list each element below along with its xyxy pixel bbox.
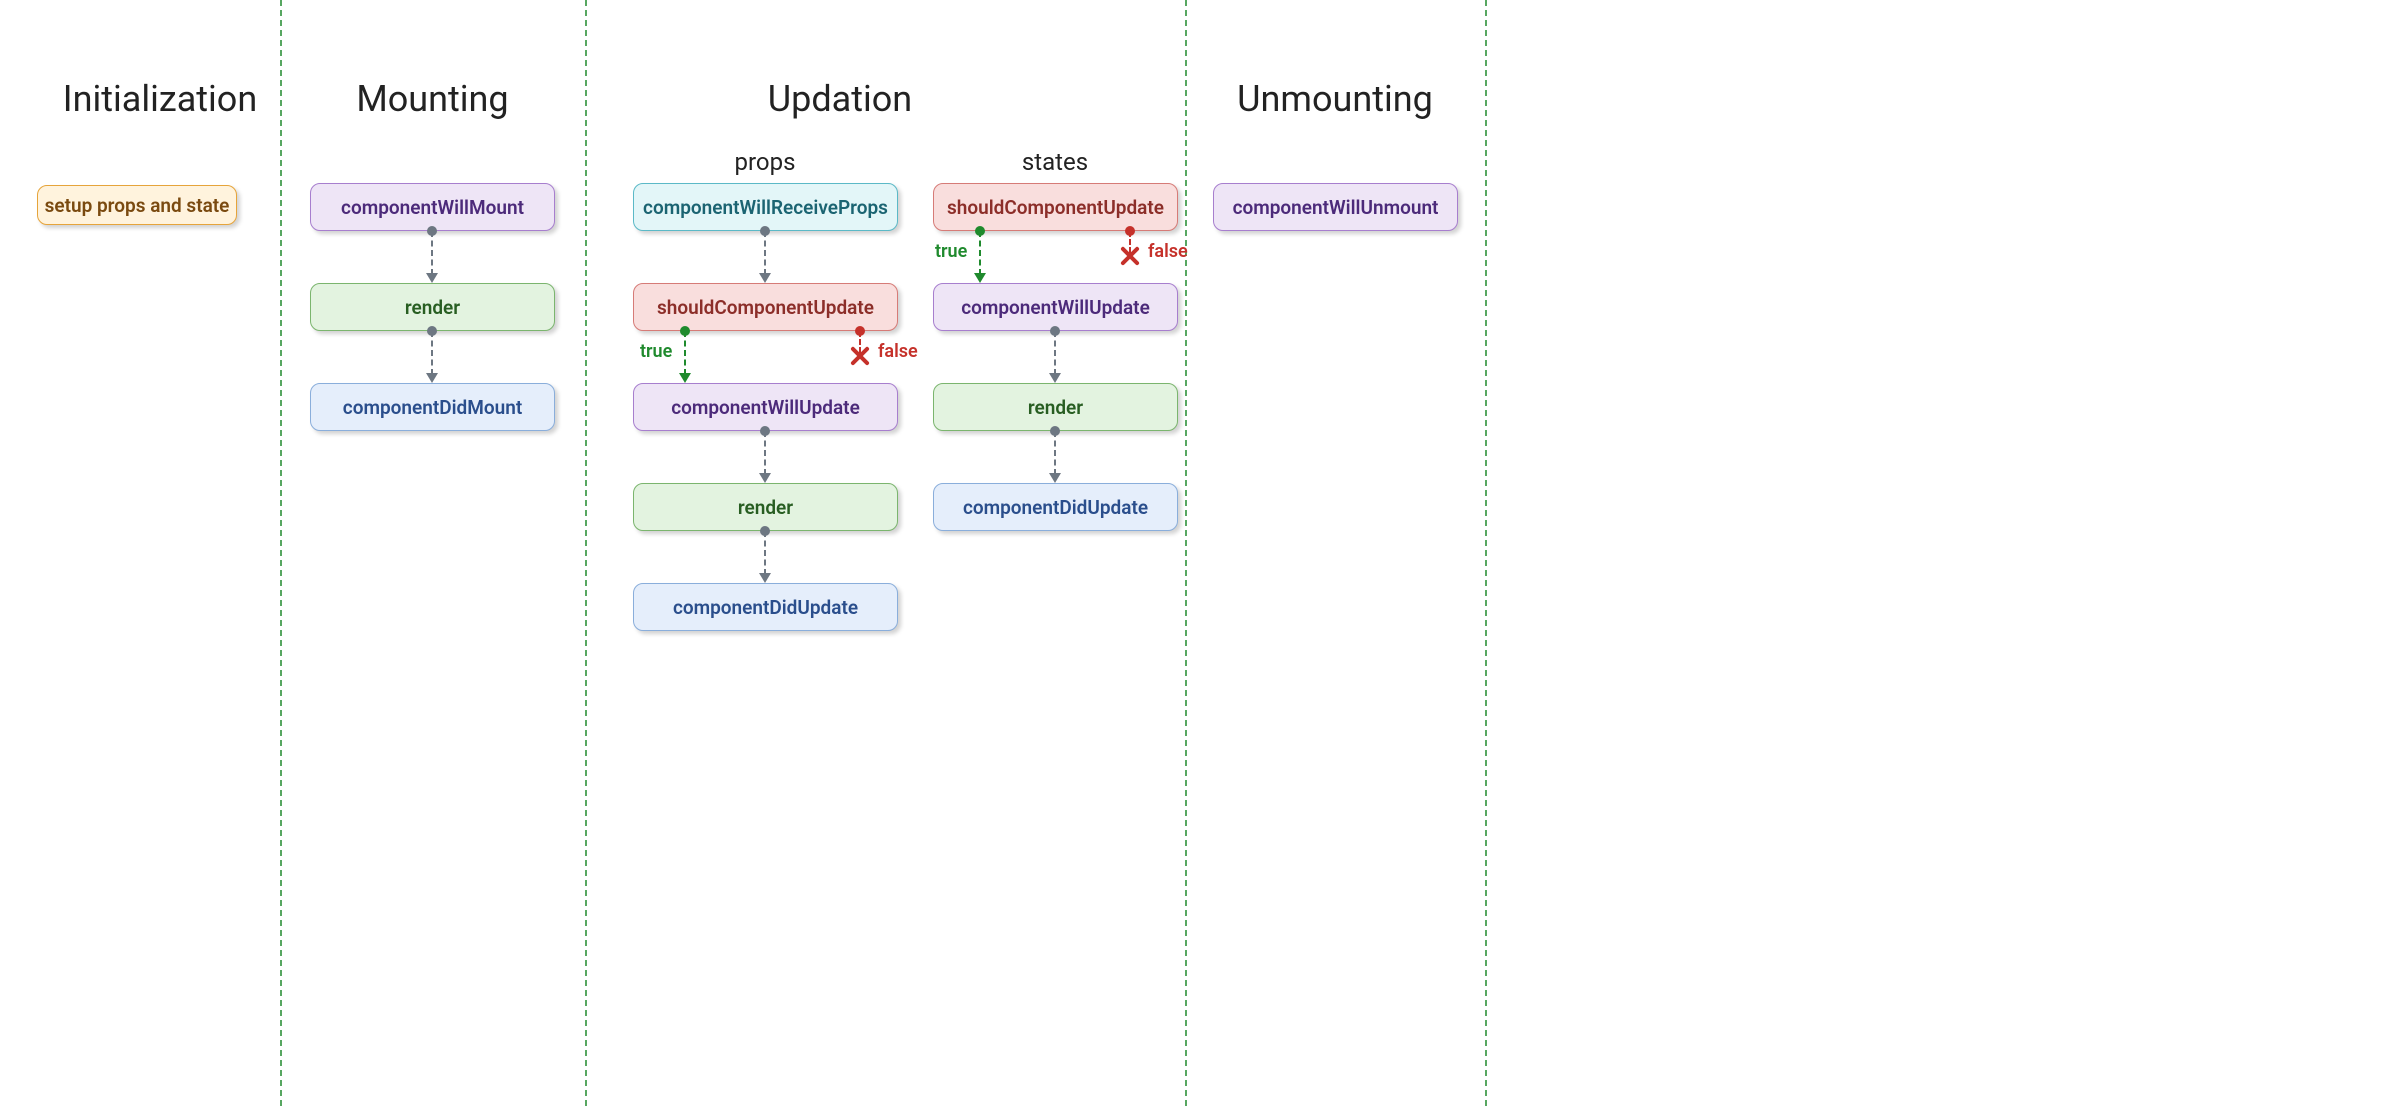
- node-component-did-mount: componentDidMount: [310, 383, 555, 431]
- node-component-will-receive-props: componentWillReceiveProps: [633, 183, 898, 231]
- column-divider: [1485, 0, 1487, 1106]
- node-component-will-unmount: componentWillUnmount: [1213, 183, 1458, 231]
- x-icon: [1119, 245, 1141, 267]
- label-true: true: [935, 241, 967, 262]
- node-props-component-will-update: componentWillUpdate: [633, 383, 898, 431]
- node-mount-render: render: [310, 283, 555, 331]
- node-states-component-will-update: componentWillUpdate: [933, 283, 1178, 331]
- node-states-render: render: [933, 383, 1178, 431]
- node-states-component-did-update: componentDidUpdate: [933, 483, 1178, 531]
- node-props-component-did-update: componentDidUpdate: [633, 583, 898, 631]
- node-component-will-mount: componentWillMount: [310, 183, 555, 231]
- column-divider: [585, 0, 587, 1106]
- node-states-should-component-update: shouldComponentUpdate: [933, 183, 1178, 231]
- label-false: false: [1148, 241, 1188, 262]
- subhead-states: states: [1005, 148, 1105, 176]
- node-props-render: render: [633, 483, 898, 531]
- section-title-initialization: Initialization: [45, 78, 275, 120]
- node-props-should-component-update: shouldComponentUpdate: [633, 283, 898, 331]
- column-divider: [1185, 0, 1187, 1106]
- section-title-updation: Updation: [700, 78, 980, 120]
- section-title-unmounting: Unmounting: [1185, 78, 1485, 120]
- subhead-props: props: [715, 148, 815, 176]
- node-setup-props-state: setup props and state: [37, 185, 237, 225]
- column-divider: [280, 0, 282, 1106]
- x-icon: [849, 345, 871, 367]
- section-title-mounting: Mounting: [300, 78, 565, 120]
- label-true: true: [640, 341, 672, 362]
- label-false: false: [878, 341, 918, 362]
